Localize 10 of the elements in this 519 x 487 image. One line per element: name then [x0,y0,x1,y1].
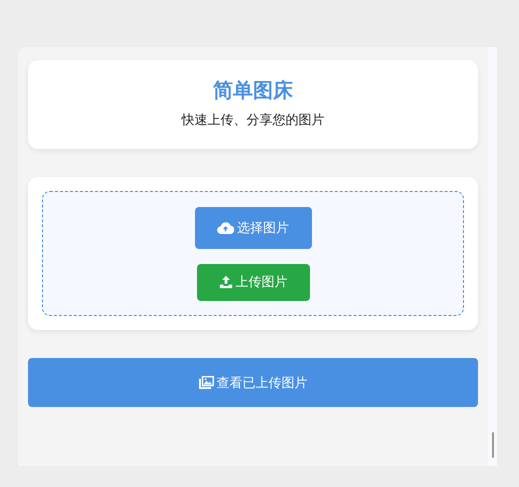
cloud-upload-icon [217,220,234,234]
upload-icon [218,275,232,289]
image-icon [198,376,214,389]
view-uploaded-button[interactable]: 查看已上传图片 [28,358,478,407]
scrollbar-thumb[interactable] [492,432,494,458]
app-title: 简单图床 [213,77,293,103]
upload-drop-zone[interactable]: 选择图片 上传图片 [42,191,464,316]
select-image-button[interactable]: 选择图片 [194,206,312,248]
upload-image-button[interactable]: 上传图片 [196,264,310,300]
app-subtitle: 快速上传、分享您的图片 [182,112,324,130]
